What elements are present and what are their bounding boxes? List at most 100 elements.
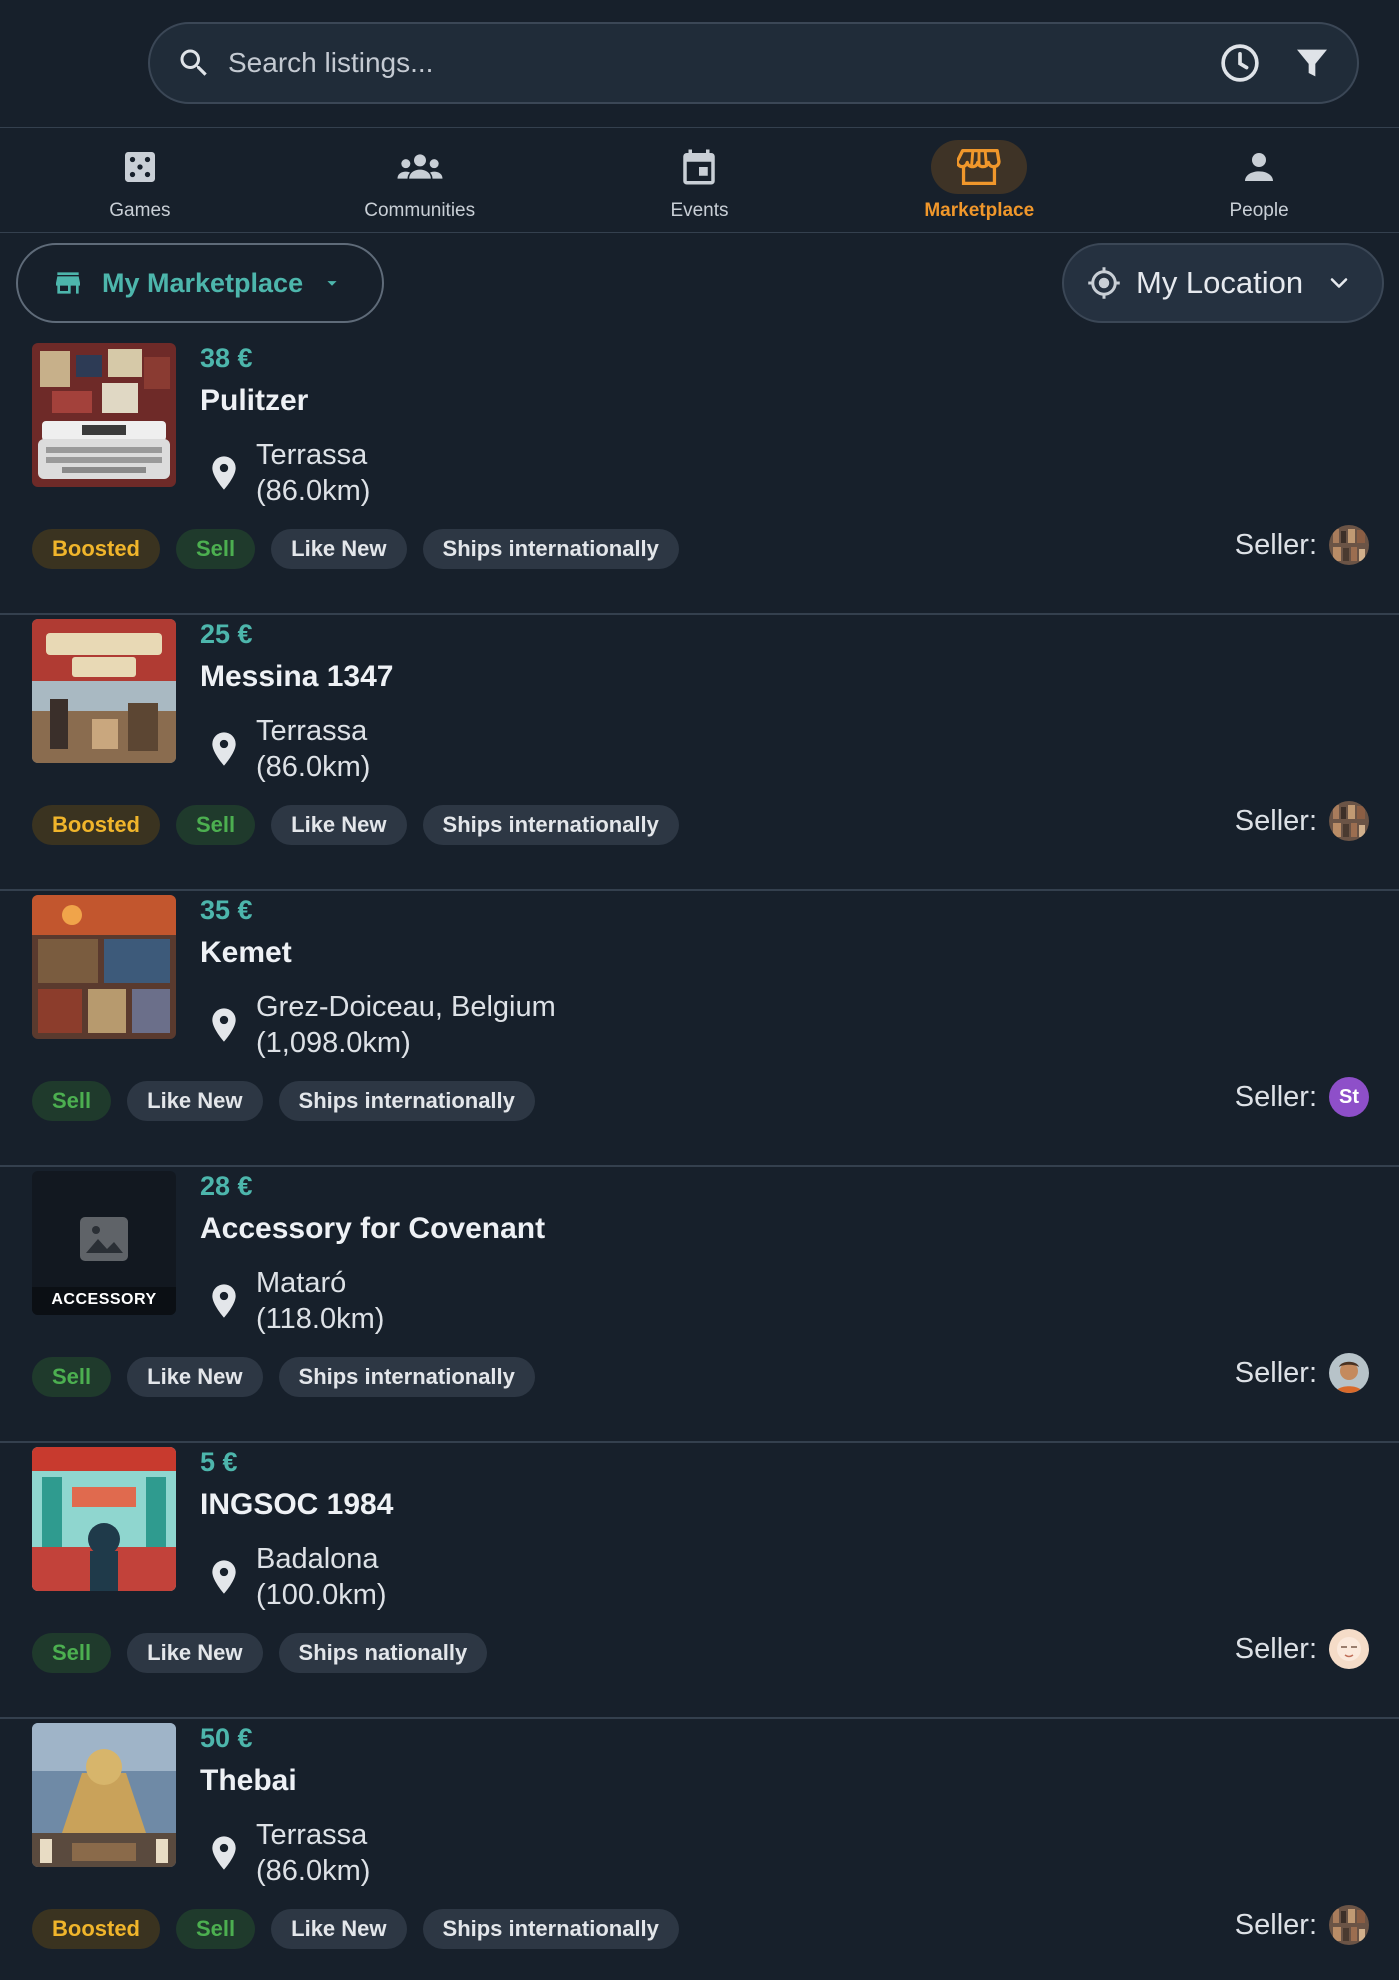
listing-list: 38 € Pulitzer Terrassa (86.0km) Boosted …	[0, 339, 1399, 1980]
storefront-icon	[931, 140, 1028, 194]
condition-badge: Like New	[127, 1633, 263, 1673]
location-label: My Location	[1136, 265, 1304, 300]
nav-item-games[interactable]: Games	[0, 128, 280, 232]
calendar-icon	[651, 140, 747, 194]
seller-info[interactable]: Seller:	[1235, 1629, 1369, 1669]
store-icon	[56, 272, 80, 294]
seller-avatar[interactable]	[1329, 1905, 1369, 1945]
condition-badge: Like New	[127, 1081, 263, 1121]
dice-icon	[92, 140, 188, 194]
listing-distance: (86.0km)	[256, 475, 371, 507]
seller-label: Seller:	[1234, 1632, 1317, 1665]
sell-badge: Sell	[32, 1081, 112, 1121]
seller-info[interactable]: Seller:	[1235, 1353, 1369, 1393]
location-pin-icon	[212, 1008, 236, 1042]
listing-city: Mataró	[256, 1267, 347, 1299]
listing-thumbnail	[32, 1723, 176, 1867]
seller-label: Seller:	[1234, 528, 1317, 561]
location-pin-icon	[212, 1560, 236, 1594]
seller-info[interactable]: Seller:	[1235, 525, 1369, 565]
listing-title: Pulitzer	[200, 384, 309, 417]
listing-price: 25 €	[200, 619, 253, 649]
listing-city: Terrassa	[256, 439, 368, 471]
nav-label: Marketplace	[924, 200, 1035, 221]
listing-city: Grez-Doiceau, Belgium	[256, 991, 556, 1023]
seller-avatar[interactable]	[1329, 1629, 1369, 1669]
listing-thumbnail: ACCESSORY	[32, 1171, 176, 1315]
listing-tags: Boosted Sell Like New Ships internationa…	[32, 529, 679, 569]
location-pin-icon	[212, 456, 236, 490]
listing-city: Terrassa	[256, 715, 368, 747]
sell-badge: Sell	[32, 1633, 112, 1673]
listing-city: Badalona	[256, 1543, 379, 1575]
search-header	[0, 0, 1399, 128]
location-dropdown[interactable]: My Location	[1062, 243, 1384, 323]
groups-icon	[372, 140, 468, 194]
location-pin-icon	[212, 732, 236, 766]
nav-label: Events	[670, 200, 729, 221]
nav-label: People	[1229, 200, 1289, 221]
boosted-badge: Boosted	[32, 805, 160, 845]
caret-down-icon	[327, 281, 337, 286]
shipping-badge: Ships internationally	[422, 805, 679, 845]
sell-badge: Sell	[32, 1357, 112, 1397]
shipping-badge: Ships internationally	[422, 1909, 679, 1949]
listing-item[interactable]: 25 € Messina 1347 Terrassa (86.0km) Boos…	[0, 615, 1399, 891]
nav-item-events[interactable]: Events	[560, 128, 840, 232]
listing-price: 5 €	[200, 1447, 238, 1477]
nav-item-marketplace[interactable]: Marketplace	[839, 128, 1119, 232]
sell-badge: Sell	[176, 805, 256, 845]
listing-tags: Boosted Sell Like New Ships internationa…	[32, 1909, 679, 1949]
history-icon[interactable]	[1217, 40, 1263, 86]
listing-city: Terrassa	[256, 1819, 368, 1851]
listing-tags: Sell Like New Ships internationally	[32, 1357, 535, 1397]
listing-item[interactable]: 50 € Thebai Terrassa (86.0km) Boosted Se…	[0, 1719, 1399, 1980]
listing-title: Thebai	[200, 1764, 297, 1797]
nav-label: Communities	[364, 200, 476, 221]
boosted-badge: Boosted	[32, 529, 160, 569]
seller-info[interactable]: Seller: St	[1235, 1077, 1369, 1117]
nav-label: Games	[109, 200, 171, 221]
listing-tags: Sell Like New Ships nationally	[32, 1633, 488, 1673]
listing-thumbnail	[32, 619, 176, 763]
search-bar[interactable]	[148, 22, 1359, 104]
listing-price: 28 €	[200, 1171, 253, 1201]
seller-info[interactable]: Seller:	[1235, 801, 1369, 841]
search-icon	[180, 49, 207, 76]
condition-badge: Like New	[271, 805, 407, 845]
listing-distance: (100.0km)	[256, 1579, 387, 1611]
listing-item[interactable]: 35 € Kemet Grez-Doiceau, Belgium (1,098.…	[0, 891, 1399, 1167]
condition-badge: Like New	[127, 1357, 263, 1397]
shipping-badge: Ships internationally	[278, 1357, 535, 1397]
boosted-badge: Boosted	[32, 1909, 160, 1949]
seller-avatar[interactable]	[1329, 1353, 1369, 1393]
listing-distance: (118.0km)	[256, 1303, 385, 1335]
listing-title: Accessory for Covenant	[200, 1212, 546, 1245]
listing-price: 50 €	[200, 1723, 253, 1753]
nav-item-communities[interactable]: Communities	[280, 128, 560, 232]
listing-thumbnail	[32, 1447, 176, 1591]
sell-badge: Sell	[176, 1909, 256, 1949]
listing-title: Kemet	[200, 936, 292, 969]
listing-price: 38 €	[200, 343, 253, 373]
listing-item[interactable]: ACCESSORY 28 € Accessory for Covenant Ma…	[0, 1167, 1399, 1443]
seller-avatar[interactable]	[1329, 801, 1369, 841]
my-location-icon	[1088, 267, 1120, 299]
accessory-caption: ACCESSORY	[51, 1291, 157, 1308]
filter-icon[interactable]	[1289, 40, 1335, 86]
search-input[interactable]	[228, 47, 1217, 79]
listing-title: INGSOC 1984	[200, 1488, 394, 1521]
seller-info[interactable]: Seller:	[1235, 1905, 1369, 1945]
condition-badge: Like New	[271, 529, 407, 569]
listing-item[interactable]: 5 € INGSOC 1984 Badalona (100.0km) Sell …	[0, 1443, 1399, 1719]
listing-thumbnail	[32, 343, 176, 487]
seller-avatar[interactable]	[1329, 525, 1369, 565]
nav-item-people[interactable]: People	[1119, 128, 1399, 232]
seller-avatar[interactable]: St	[1329, 1077, 1369, 1117]
location-pin-icon	[212, 1284, 236, 1318]
marketplace-dropdown[interactable]: My Marketplace	[16, 243, 384, 323]
shipping-badge: Ships internationally	[278, 1081, 535, 1121]
person-icon	[1211, 140, 1307, 194]
listing-item[interactable]: 38 € Pulitzer Terrassa (86.0km) Boosted …	[0, 339, 1399, 615]
chevron-down-icon	[1330, 278, 1348, 288]
